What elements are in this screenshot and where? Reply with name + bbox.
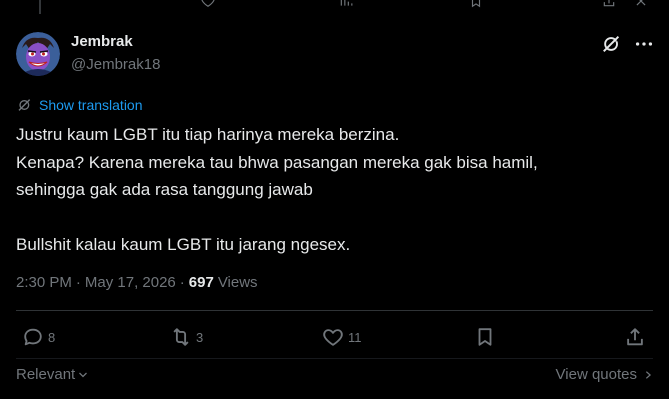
like-button[interactable]: 11 xyxy=(322,326,362,348)
reply-button[interactable]: 8 xyxy=(22,326,55,348)
like-count: 11 xyxy=(348,329,362,345)
post-text-line: Kenapa? Karena mereka tau bhwa pasangan … xyxy=(16,152,538,172)
bookmark-icon xyxy=(478,328,492,346)
views-icon[interactable] xyxy=(338,0,354,8)
chevron-right-icon xyxy=(645,370,652,379)
show-translation-link[interactable]: Show translation xyxy=(17,96,143,114)
sort-label: Relevant xyxy=(16,366,76,383)
post-text-line: Bullshit kalau kaum LGBT itu jarang nges… xyxy=(16,235,351,254)
post-meta: 2:30 PM · May 17, 2026 · 697 Views xyxy=(16,274,258,291)
author-name[interactable]: Jembrak xyxy=(71,33,133,50)
views-count: 697 xyxy=(188,274,214,291)
previous-post-action-bar xyxy=(0,0,669,14)
thread-line xyxy=(39,0,41,14)
share-icon xyxy=(627,328,643,346)
avatar[interactable] xyxy=(16,32,60,76)
meta-separator: · xyxy=(179,274,185,291)
action-bar: 8 3 11 xyxy=(16,326,653,354)
author-handle[interactable]: @Jembrak18 xyxy=(71,56,160,73)
post-text-line: sehingga gak ada rasa tanggung jawab xyxy=(16,180,313,199)
post-date[interactable]: May 17, 2026 xyxy=(85,274,176,291)
grok-icon xyxy=(18,99,31,111)
meta-separator: · xyxy=(75,274,81,291)
more-icon[interactable] xyxy=(633,33,655,55)
show-translation-label[interactable]: Show translation xyxy=(39,97,143,113)
post-header: Jembrak @Jembrak18 xyxy=(16,28,653,80)
views-label: Views xyxy=(217,274,258,291)
share-button[interactable] xyxy=(624,326,646,348)
post-time[interactable]: 2:30 PM xyxy=(16,274,72,291)
repost-button[interactable]: 3 xyxy=(170,326,203,348)
close-icon[interactable] xyxy=(633,0,649,8)
divider xyxy=(16,358,653,359)
reply-icon xyxy=(24,328,42,346)
reply-count: 8 xyxy=(48,329,56,345)
repost-count: 3 xyxy=(196,329,204,345)
replies-footer: Relevant View quotes xyxy=(16,366,653,386)
grok-icon[interactable] xyxy=(601,33,623,55)
post-text-line: Justru kaum LGBT itu tiap harinya mereka… xyxy=(16,125,400,144)
divider xyxy=(16,310,653,311)
view-quotes-link[interactable]: View quotes xyxy=(556,366,653,383)
post-text: Justru kaum LGBT itu tiap harinya mereka… xyxy=(16,121,653,259)
bookmark-button[interactable] xyxy=(474,326,496,348)
like-icon xyxy=(323,329,343,346)
repost-icon xyxy=(173,328,189,346)
share-icon[interactable] xyxy=(601,0,617,8)
view-quotes-label: View quotes xyxy=(555,366,637,383)
like-icon[interactable] xyxy=(200,0,216,8)
post-text-line xyxy=(16,204,653,232)
chevron-down-icon xyxy=(79,372,88,377)
sort-dropdown[interactable]: Relevant xyxy=(16,366,89,383)
bookmark-icon[interactable] xyxy=(468,0,484,8)
